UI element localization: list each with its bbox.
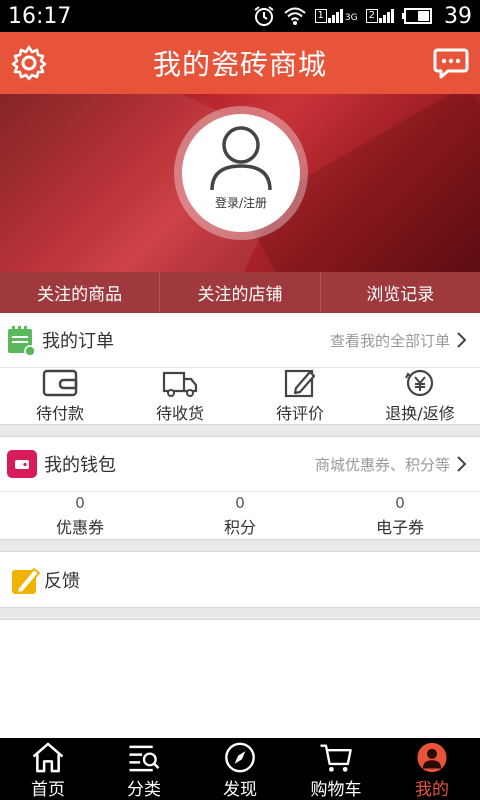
nav-mine[interactable]: 我的: [384, 738, 480, 800]
points-label: 积分: [223, 517, 256, 537]
feedback-pencil-icon: [12, 567, 40, 594]
e-vouchers-label: 电子券: [375, 517, 424, 537]
feedback-row[interactable]: 反馈: [0, 552, 480, 607]
nav-cart[interactable]: 购物车: [288, 738, 384, 800]
section-divider: [0, 424, 480, 437]
section-divider: [0, 607, 480, 620]
wallet-hint: 商城优惠券、积分等: [314, 455, 450, 474]
profile-banner: 登录/注册: [0, 94, 480, 272]
wifi-icon: [283, 7, 306, 25]
wallet-values-grid: 0 优惠券 0 积分 0 电子券: [0, 492, 480, 539]
status-time: 16:17: [8, 3, 72, 29]
alarm-icon: [253, 6, 274, 26]
status-bar: 16:17 1 3G 2 39: [0, 0, 480, 32]
sim1-label: 1: [314, 9, 327, 23]
my-wallet-row[interactable]: 我的钱包 商城优惠券、积分等: [0, 437, 480, 492]
app-header: 我的瓷砖商城: [0, 32, 480, 94]
nav-home-label: 首页: [31, 780, 65, 800]
my-orders-title: 我的订单: [42, 331, 114, 352]
e-vouchers-item[interactable]: 0 电子券: [320, 492, 480, 539]
sim2-signal-icon: 2: [365, 9, 394, 23]
followed-stores-tab[interactable]: 关注的店铺: [160, 272, 321, 313]
pending-payment-item[interactable]: 待付款: [0, 368, 120, 424]
shopping-cart-icon: [320, 744, 352, 772]
edit-review-icon: [284, 369, 316, 398]
wallet-outline-icon: [42, 369, 78, 397]
order-status-grid: 待付款 待收货 待评价 退换/返修: [0, 368, 480, 424]
my-wallet-title: 我的钱包: [44, 455, 116, 476]
nav-cart-label: 购物车: [310, 780, 362, 800]
points-item[interactable]: 0 积分: [160, 492, 320, 539]
network-type: 3G: [344, 13, 358, 23]
pending-receipt-item[interactable]: 待收货: [120, 368, 240, 424]
avatar-ring[interactable]: 登录/注册: [174, 106, 308, 240]
pending-review-item[interactable]: 待评价: [240, 368, 360, 424]
feedback-title: 反馈: [44, 570, 80, 592]
compass-icon: [225, 742, 255, 773]
nav-category[interactable]: 分类: [96, 738, 192, 800]
chevron-right-icon: [457, 332, 467, 348]
view-all-orders-link[interactable]: 查看我的全部订单: [330, 330, 450, 351]
pending-receipt-label: 待收货: [155, 404, 204, 423]
points-value: 0: [235, 493, 245, 512]
coupons-label: 优惠券: [55, 517, 104, 537]
delivery-truck-icon: [162, 371, 198, 397]
nav-category-label: 分类: [127, 780, 161, 800]
followed-products-tab[interactable]: 关注的商品: [0, 272, 161, 313]
wallet-icon: [7, 450, 37, 478]
nav-discover-label: 发现: [223, 780, 257, 800]
nav-discover[interactable]: 发现: [192, 738, 288, 800]
follow-tabs: 关注的商品 关注的店铺 浏览记录: [0, 272, 480, 313]
category-search-icon: [129, 745, 160, 772]
message-bubble-icon[interactable]: [432, 44, 470, 82]
home-icon: [32, 742, 64, 773]
e-vouchers-value: 0: [395, 493, 405, 512]
login-register-link[interactable]: 登录/注册: [215, 194, 267, 211]
battery-level: 39: [444, 3, 472, 29]
return-exchange-item[interactable]: 退换/返修: [360, 368, 480, 424]
my-orders-row[interactable]: 我的订单 查看我的全部订单: [0, 313, 480, 368]
coupons-value: 0: [75, 493, 85, 512]
return-exchange-label: 退换/返修: [385, 404, 455, 423]
nav-home[interactable]: 首页: [0, 738, 96, 800]
settings-gear-icon[interactable]: [10, 44, 48, 82]
user-profile-icon: [417, 742, 447, 773]
avatar[interactable]: 登录/注册: [182, 114, 300, 232]
bottom-navigation: 首页 分类 发现 购物车 我的: [0, 738, 480, 800]
section-divider: [0, 539, 480, 552]
battery-icon: [402, 8, 432, 24]
sim1-signal-icon: 1 3G: [314, 9, 358, 23]
pending-review-label: 待评价: [275, 404, 324, 423]
status-icons: 1 3G 2 39: [253, 4, 472, 29]
user-avatar-icon: [210, 126, 272, 191]
pending-payment-label: 待付款: [35, 404, 84, 423]
browse-history-tab[interactable]: 浏览记录: [321, 272, 480, 313]
order-notepad-icon: [8, 326, 36, 356]
chevron-right-icon: [457, 456, 467, 472]
refund-yen-icon: [405, 369, 434, 397]
coupons-item[interactable]: 0 优惠券: [0, 492, 160, 539]
nav-mine-label: 我的: [415, 780, 449, 800]
page-title: 我的瓷砖商城: [152, 48, 327, 81]
sim2-label: 2: [365, 9, 378, 23]
